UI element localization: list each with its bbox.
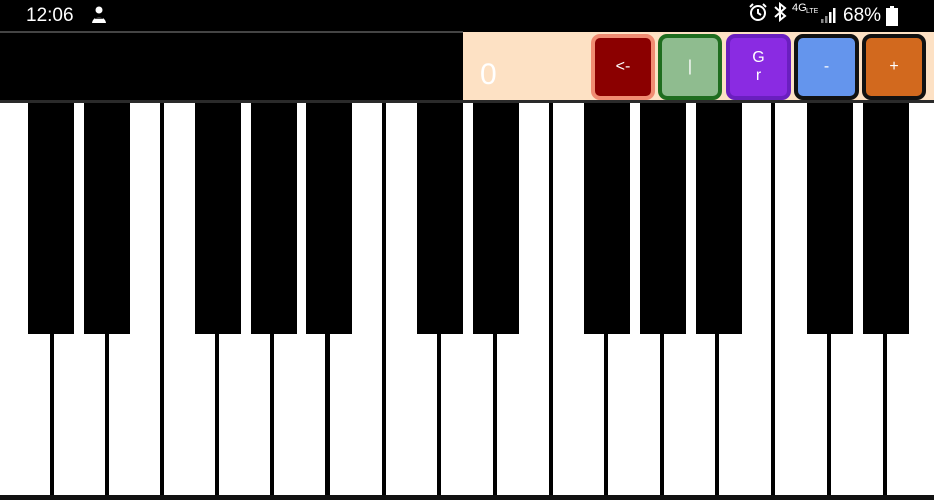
battery-level: 68% [843,5,882,26]
minus-label: - [823,58,830,75]
notification-icon [92,6,106,23]
black-key[interactable] [84,103,130,334]
black-key[interactable] [807,103,853,334]
bar-label: | [687,58,693,75]
black-key[interactable] [28,103,74,334]
black-key[interactable] [696,103,742,334]
black-key[interactable] [306,103,352,334]
black-key[interactable] [584,103,630,334]
black-key[interactable] [473,103,519,334]
network-type: 4G [792,2,807,14]
plus-label: + [889,58,899,75]
black-key[interactable] [195,103,241,334]
battery-icon [886,6,898,26]
bar-button[interactable]: | [658,34,722,100]
bottom-edge [0,495,934,500]
black-key[interactable] [640,103,686,334]
alarm-icon [749,3,767,21]
plus-button[interactable]: + [862,34,926,100]
black-key[interactable] [251,103,297,334]
black-key[interactable] [417,103,463,334]
signal-icon [821,8,836,23]
gr-button[interactable]: G r [726,34,791,100]
backspace-button[interactable]: <- [591,34,655,100]
gr-label-line1: G [752,49,765,66]
status-time: 12:06 [26,5,74,26]
network-subtype: LTE [806,8,819,15]
counter-value: 0 [480,58,497,91]
backspace-label: <- [615,58,631,75]
divider [0,31,463,33]
minus-button[interactable]: - [794,34,859,100]
gr-label-line2: r [755,67,762,84]
piano-keyboard [0,103,934,495]
display-area [0,32,463,100]
status-bar: 12:06 4G LTE 68% [0,0,934,32]
black-key[interactable] [863,103,909,334]
bluetooth-icon [774,2,787,22]
